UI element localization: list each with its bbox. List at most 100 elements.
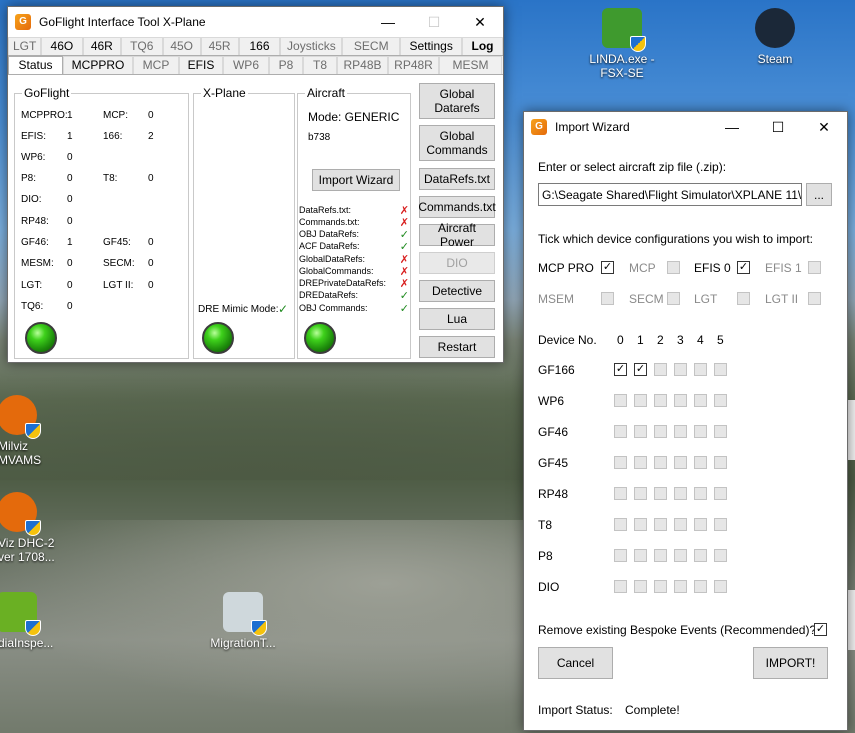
grid-checkbox[interactable] xyxy=(714,487,727,500)
grid-checkbox[interactable] xyxy=(634,549,647,562)
tab-46r[interactable]: 46R xyxy=(82,37,121,55)
import-button[interactable]: IMPORT! xyxy=(753,647,828,679)
grid-checkbox[interactable] xyxy=(614,456,627,469)
tab-mcppro[interactable]: MCPPRO xyxy=(63,56,133,74)
minimize-button[interactable]: — xyxy=(365,7,411,37)
zip-file-input[interactable]: G:\Seagate Shared\Flight Simulator\XPLAN… xyxy=(538,183,802,206)
grid-checkbox[interactable] xyxy=(654,394,667,407)
tab-settings[interactable]: Settings xyxy=(400,37,463,55)
maximize-button[interactable]: ☐ xyxy=(411,7,457,37)
tab-mcp[interactable]: MCP xyxy=(133,56,179,74)
tab-wp6[interactable]: WP6 xyxy=(223,56,269,74)
cancel-button[interactable]: Cancel xyxy=(538,647,613,679)
dio-button[interactable]: DIO xyxy=(419,252,495,274)
device-checkbox-secm[interactable] xyxy=(667,292,680,305)
tab-t8[interactable]: T8 xyxy=(303,56,337,74)
global-datarefs-button[interactable]: Global Datarefs xyxy=(419,83,495,119)
lua-button[interactable]: Lua xyxy=(419,308,495,330)
iw-titlebar[interactable]: G Import Wizard — ☐ ✕ xyxy=(524,112,847,142)
grid-checkbox[interactable] xyxy=(634,456,647,469)
gf-titlebar[interactable]: G GoFlight Interface Tool X-Plane — ☐ ✕ xyxy=(8,7,503,37)
grid-checkbox[interactable] xyxy=(614,394,627,407)
device-checkbox-efis1[interactable] xyxy=(808,261,821,274)
tab-status[interactable]: Status xyxy=(8,56,63,74)
grid-checkbox[interactable] xyxy=(654,363,667,376)
tab-45o[interactable]: 45O xyxy=(162,37,201,55)
tab-46o[interactable]: 46O xyxy=(40,37,83,55)
grid-checkbox[interactable] xyxy=(674,580,687,593)
tab-rp48b[interactable]: RP48B xyxy=(337,56,388,74)
grid-checkbox[interactable] xyxy=(714,456,727,469)
close-button[interactable]: ✕ xyxy=(801,112,847,142)
tab-lgt[interactable]: LGT xyxy=(8,37,41,55)
restart-button[interactable]: Restart xyxy=(419,336,495,358)
tab-secm[interactable]: SECM xyxy=(342,37,401,55)
grid-checkbox[interactable] xyxy=(654,549,667,562)
tab-joysticks[interactable]: Joysticks xyxy=(280,37,343,55)
tab-log[interactable]: Log xyxy=(462,37,503,55)
grid-checkbox[interactable] xyxy=(634,580,647,593)
grid-checkbox[interactable] xyxy=(614,518,627,531)
maximize-button[interactable]: ☐ xyxy=(755,112,801,142)
grid-checkbox[interactable] xyxy=(714,580,727,593)
grid-checkbox[interactable] xyxy=(634,518,647,531)
grid-checkbox[interactable] xyxy=(694,580,707,593)
desktop-icon-migration-tool[interactable]: MigrationT... xyxy=(198,592,288,650)
import-wizard-button[interactable]: Import Wizard xyxy=(312,169,400,191)
grid-checkbox[interactable]: ✓ xyxy=(634,363,647,376)
grid-checkbox[interactable] xyxy=(714,549,727,562)
remove-events-checkbox[interactable]: ✓ xyxy=(814,623,827,636)
grid-checkbox[interactable] xyxy=(654,518,667,531)
device-checkbox-msem[interactable] xyxy=(601,292,614,305)
grid-checkbox[interactable] xyxy=(674,363,687,376)
import-wizard-window[interactable]: G Import Wizard — ☐ ✕ Enter or select ai… xyxy=(523,111,848,731)
tab-efis[interactable]: EFIS xyxy=(179,56,223,74)
device-checkbox-mcp[interactable] xyxy=(667,261,680,274)
grid-checkbox[interactable] xyxy=(614,487,627,500)
grid-checkbox[interactable] xyxy=(614,425,627,438)
grid-checkbox[interactable] xyxy=(674,487,687,500)
grid-checkbox[interactable] xyxy=(674,518,687,531)
grid-checkbox[interactable] xyxy=(674,394,687,407)
grid-checkbox[interactable] xyxy=(694,487,707,500)
grid-checkbox[interactable] xyxy=(654,425,667,438)
grid-checkbox[interactable] xyxy=(654,487,667,500)
grid-checkbox[interactable] xyxy=(714,363,727,376)
grid-checkbox[interactable] xyxy=(694,549,707,562)
browse-button[interactable]: ... xyxy=(806,183,832,206)
tab-tq6[interactable]: TQ6 xyxy=(120,37,163,55)
grid-checkbox[interactable] xyxy=(714,518,727,531)
device-checkbox-efis0[interactable]: ✓ xyxy=(737,261,750,274)
grid-checkbox[interactable] xyxy=(694,425,707,438)
grid-checkbox[interactable] xyxy=(654,580,667,593)
device-checkbox-lgt[interactable] xyxy=(737,292,750,305)
tab-rp48r[interactable]: RP48R xyxy=(388,56,439,74)
close-button[interactable]: ✕ xyxy=(457,7,503,37)
device-checkbox-mcp-pro[interactable]: ✓ xyxy=(601,261,614,274)
tab-45r[interactable]: 45R xyxy=(200,37,239,55)
datarefs-txt-button[interactable]: DataRefs.txt xyxy=(419,168,495,190)
grid-checkbox[interactable] xyxy=(714,425,727,438)
grid-checkbox[interactable] xyxy=(674,425,687,438)
goflight-window[interactable]: G GoFlight Interface Tool X-Plane — ☐ ✕ … xyxy=(7,6,504,363)
desktop-icon-nvidia-inspector[interactable]: diaInspe... xyxy=(0,592,62,650)
grid-checkbox[interactable] xyxy=(694,363,707,376)
grid-checkbox[interactable] xyxy=(614,580,627,593)
grid-checkbox[interactable] xyxy=(634,425,647,438)
grid-checkbox[interactable] xyxy=(634,394,647,407)
grid-checkbox[interactable] xyxy=(654,456,667,469)
aircraft-power-button[interactable]: Aircraft Power xyxy=(419,221,495,249)
detective-button[interactable]: Detective xyxy=(419,280,495,302)
minimize-button[interactable]: — xyxy=(709,112,755,142)
desktop-icon-dhc2[interactable]: Viz DHC-2 ver 1708... xyxy=(0,492,62,564)
grid-checkbox[interactable] xyxy=(694,394,707,407)
grid-checkbox[interactable] xyxy=(674,549,687,562)
commands-txt-button[interactable]: Commands.txt xyxy=(418,196,496,218)
grid-checkbox[interactable] xyxy=(674,456,687,469)
tab-mesm[interactable]: MESM xyxy=(439,56,502,74)
desktop-icon-steam[interactable]: Steam xyxy=(730,8,820,66)
grid-checkbox[interactable] xyxy=(614,549,627,562)
device-checkbox-lgt2[interactable] xyxy=(808,292,821,305)
tab-p8[interactable]: P8 xyxy=(269,56,303,74)
global-commands-button[interactable]: Global Commands xyxy=(419,125,495,161)
